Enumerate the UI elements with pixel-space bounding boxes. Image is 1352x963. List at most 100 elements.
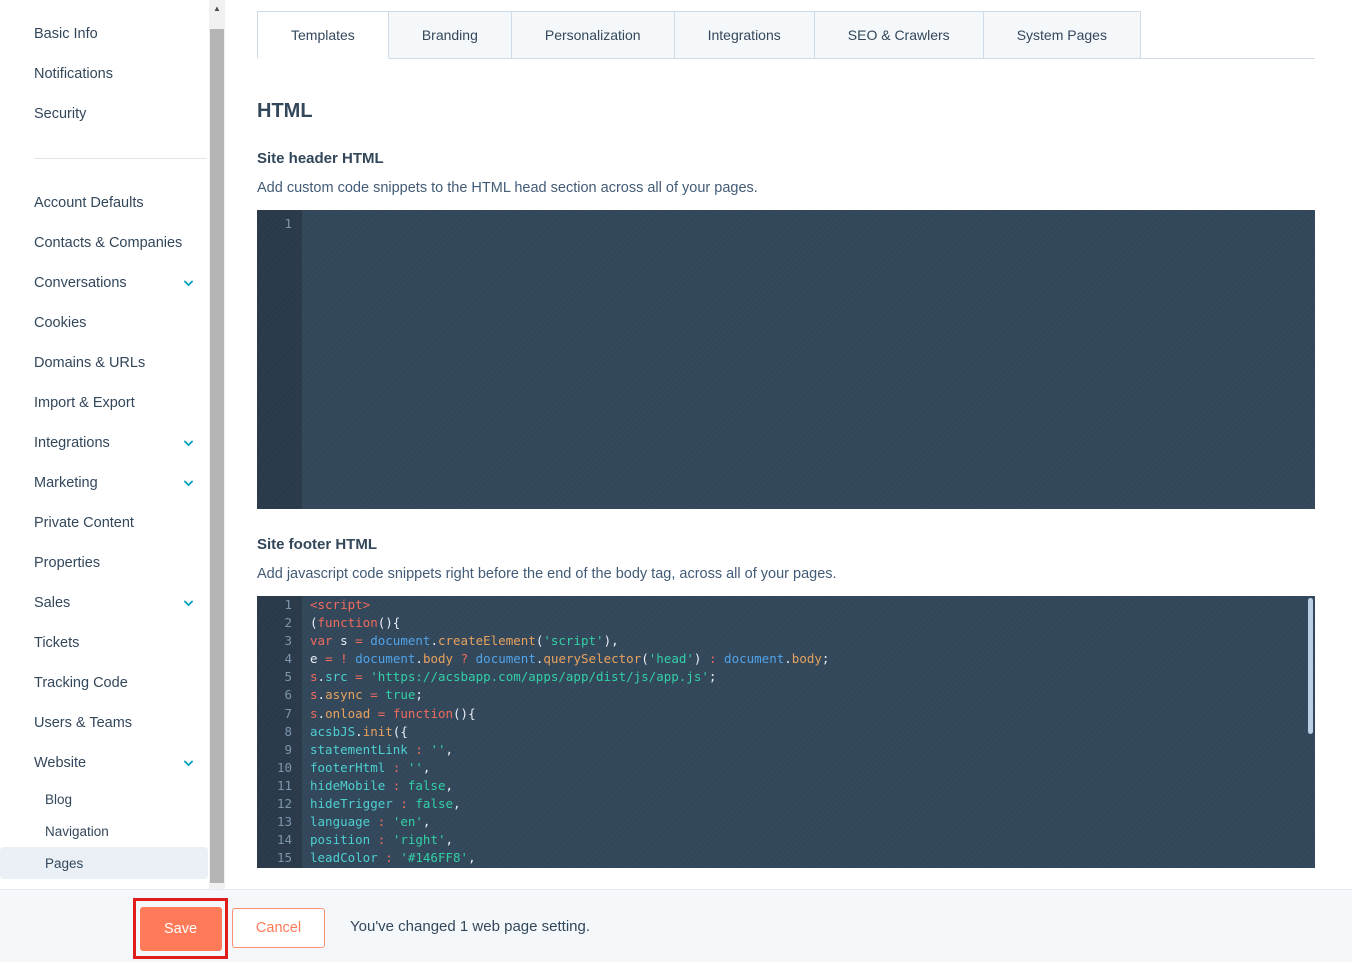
sidebar-item-label: Tracking Code: [34, 675, 128, 691]
sidebar-item-account-defaults[interactable]: Account Defaults: [0, 183, 208, 223]
sidebar-item-website[interactable]: Website: [0, 743, 208, 783]
chevron-down-icon: [184, 757, 194, 767]
sidebar-item-tracking-code[interactable]: Tracking Code: [0, 663, 208, 703]
cancel-button[interactable]: Cancel: [232, 908, 325, 948]
site-footer-html-description: Add javascript code snippets right befor…: [257, 566, 1315, 582]
line-number: 1: [257, 215, 302, 233]
code-line: 7s.onload = function(){: [257, 705, 1315, 723]
sidebar-scrollbar[interactable]: ▲: [209, 0, 225, 889]
sidebar-item-basic-info[interactable]: Basic Info: [0, 14, 208, 54]
site-header-html-title: Site header HTML: [257, 150, 1315, 167]
tab-integrations[interactable]: Integrations: [675, 11, 815, 59]
line-number: 12: [257, 795, 302, 813]
tab-system-pages[interactable]: System Pages: [984, 11, 1141, 59]
chevron-down-icon: [184, 437, 194, 447]
sidebar-item-label: Cookies: [34, 315, 86, 331]
code-text: statementLink : '',: [302, 741, 453, 759]
code-text: e = ! document.body ? document.querySele…: [302, 650, 829, 668]
sidebar-item-navigation[interactable]: Navigation: [0, 815, 208, 847]
code-text: s.onload = function(){: [302, 705, 476, 723]
sidebar-item-label: Private Content: [34, 515, 134, 531]
sidebar-item-conversations[interactable]: Conversations: [0, 263, 208, 303]
sidebar-item-blog[interactable]: Blog: [0, 783, 208, 815]
chevron-down-icon: [184, 597, 194, 607]
content-area: TemplatesBrandingPersonalizationIntegrat…: [257, 0, 1315, 868]
sidebar-item-label: Sales: [34, 595, 70, 611]
scroll-up-arrow-icon[interactable]: ▲: [209, 2, 225, 16]
editor-scrollbar-thumb[interactable]: [1308, 598, 1313, 734]
code-text: hideTrigger : false,: [302, 795, 461, 813]
tab-branding[interactable]: Branding: [389, 11, 512, 59]
code-line: 10footerHtml : '',: [257, 759, 1315, 777]
annotation-highlight: Save: [133, 898, 228, 959]
sidebar-item-pages[interactable]: Pages: [0, 847, 208, 879]
line-number: 11: [257, 777, 302, 795]
sidebar-item-label: Website: [34, 755, 86, 771]
code-text: hideMobile : false,: [302, 777, 453, 795]
code-line: 2(function(){: [257, 614, 1315, 632]
sidebar-item-label: Marketing: [34, 475, 98, 491]
line-number: 10: [257, 759, 302, 777]
sidebar-item-properties[interactable]: Properties: [0, 543, 208, 583]
line-number: 15: [257, 849, 302, 867]
site-header-html-description: Add custom code snippets to the HTML hea…: [257, 180, 1315, 196]
code-line: 1<script>: [257, 596, 1315, 614]
line-number: 6: [257, 686, 302, 704]
code-line: 14position : 'right',: [257, 831, 1315, 849]
code-line: 13language : 'en',: [257, 813, 1315, 831]
sidebar-item-integrations[interactable]: Integrations: [0, 423, 208, 463]
code-line: 11hideMobile : false,: [257, 777, 1315, 795]
sidebar-item-label: Tickets: [34, 635, 79, 651]
chevron-down-icon: [184, 477, 194, 487]
code-text: s.src = 'https://acsbapp.com/apps/app/di…: [302, 668, 716, 686]
sidebar-item-label: Security: [34, 106, 86, 122]
sidebar-item-label: Contacts & Companies: [34, 235, 182, 251]
sidebar-item-label: Blog: [45, 792, 72, 807]
settings-sidebar: Basic Info Notifications Security Account D…: [0, 0, 208, 889]
code-line: 12hideTrigger : false,: [257, 795, 1315, 813]
unsaved-changes-status: You've changed 1 web page setting.: [350, 890, 590, 963]
sidebar-item-cookies[interactable]: Cookies: [0, 303, 208, 343]
code-text: footerHtml : '',: [302, 759, 430, 777]
line-number: 14: [257, 831, 302, 849]
site-header-html-editor[interactable]: 1: [257, 210, 1315, 509]
code-text: [302, 215, 310, 233]
tab-templates[interactable]: Templates: [257, 11, 389, 59]
code-line: 9statementLink : '',: [257, 741, 1315, 759]
code-line: 15leadColor : '#146FF8',: [257, 849, 1315, 867]
sidebar-item-marketing[interactable]: Marketing: [0, 463, 208, 503]
sidebar-item-label: Import & Export: [34, 395, 135, 411]
sidebar-item-private-content[interactable]: Private Content: [0, 503, 208, 543]
tab-seo-crawlers[interactable]: SEO & Crawlers: [815, 11, 984, 59]
line-number: 9: [257, 741, 302, 759]
code-line: 1: [257, 215, 1315, 233]
sidebar-item-domains-urls[interactable]: Domains & URLs: [0, 343, 208, 383]
sidebar-divider: [34, 158, 207, 159]
sidebar-item-tickets[interactable]: Tickets: [0, 623, 208, 663]
line-number: 7: [257, 705, 302, 723]
sidebar-item-import-export[interactable]: Import & Export: [0, 383, 208, 423]
code-line: 6s.async = true;: [257, 686, 1315, 704]
code-line: 5s.src = 'https://acsbapp.com/apps/app/d…: [257, 668, 1315, 686]
sidebar-item-sales[interactable]: Sales: [0, 583, 208, 623]
sidebar-item-label: Conversations: [34, 275, 127, 291]
tab-personalization[interactable]: Personalization: [512, 11, 675, 59]
code-text: (function(){: [302, 614, 400, 632]
code-text: acsbJS.init({: [302, 723, 408, 741]
site-footer-html-editor[interactable]: 1<script>2(function(){3var s = document.…: [257, 596, 1315, 868]
save-button[interactable]: Save: [140, 907, 222, 951]
sidebar-item-contacts-companies[interactable]: Contacts & Companies: [0, 223, 208, 263]
sidebar-item-label: Account Defaults: [34, 195, 144, 211]
code-text: var s = document.createElement('script')…: [302, 632, 619, 650]
code-text: <script>: [302, 596, 370, 614]
line-number: 2: [257, 614, 302, 632]
sidebar-item-users-teams[interactable]: Users & Teams: [0, 703, 208, 743]
code-text: leadColor : '#146FF8',: [302, 849, 476, 867]
sidebar-item-notifications[interactable]: Notifications: [0, 54, 208, 94]
sidebar-item-security[interactable]: Security: [0, 94, 208, 134]
sidebar-item-label: Pages: [45, 856, 83, 871]
sidebar-scrollbar-thumb[interactable]: [210, 29, 224, 883]
line-number: 5: [257, 668, 302, 686]
sidebar-item-label: Notifications: [34, 66, 113, 82]
code-line: 8acsbJS.init({: [257, 723, 1315, 741]
